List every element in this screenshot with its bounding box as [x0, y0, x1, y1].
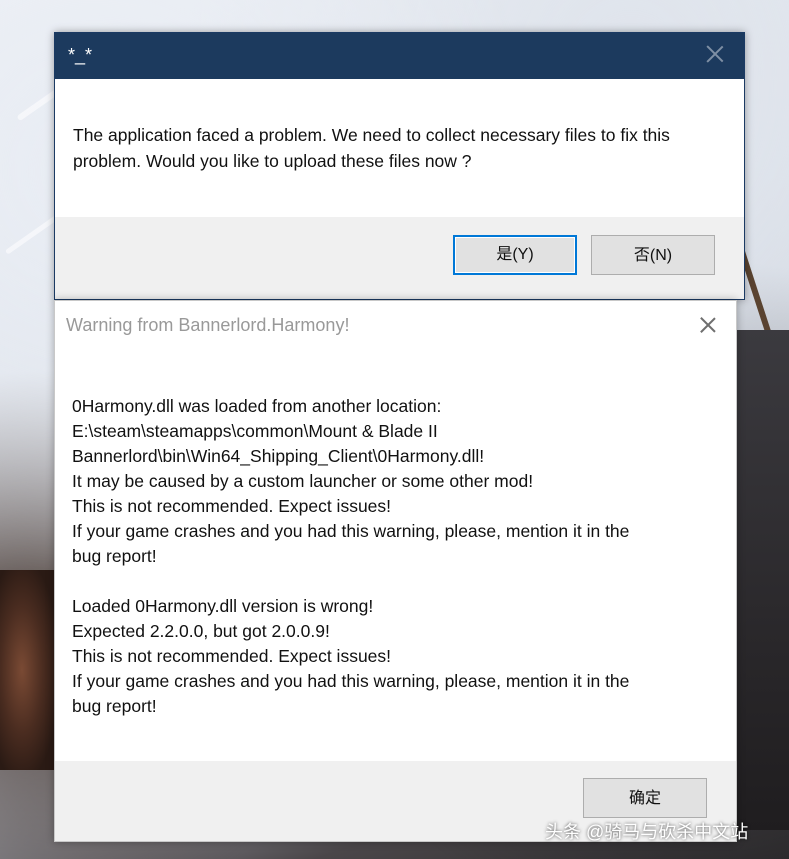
no-button[interactable]: 否(N): [591, 235, 715, 275]
message-line: Expected 2.2.0.0, but got 2.0.0.9!: [72, 621, 330, 641]
message-line: This is not recommended. Expect issues!: [72, 496, 392, 516]
dialog-footer: 是(Y) 否(N): [55, 217, 744, 299]
dialog-title: *_*: [68, 45, 93, 65]
background-figure: [735, 330, 789, 830]
message-line: Loaded 0Harmony.dll version is wrong!: [72, 596, 374, 616]
yes-button[interactable]: 是(Y): [453, 235, 577, 275]
message-line: bug report!: [72, 546, 157, 566]
ok-button[interactable]: 确定: [583, 778, 707, 818]
message-line: If your game crashes and you had this wa…: [72, 671, 630, 691]
watermark: 头条 @骑马与砍杀中文站: [545, 822, 749, 842]
harmony-warning-dialog: Warning from Bannerlord.Harmony! 0Harmon…: [54, 300, 737, 842]
dialog-body: The application faced a problem. We need…: [55, 79, 744, 216]
close-icon[interactable]: [698, 315, 718, 335]
message-line: [72, 569, 712, 594]
message-line: Bannerlord\bin\Win64_Shipping_Client\0Ha…: [72, 446, 485, 466]
message-line: This is not recommended. Expect issues!: [72, 646, 392, 666]
message-line: If your game crashes and you had this wa…: [72, 521, 630, 541]
message-line: 0Harmony.dll was loaded from another loc…: [72, 396, 442, 416]
close-icon[interactable]: [704, 43, 726, 65]
upload-prompt-dialog: *_* The application faced a problem. We …: [54, 32, 745, 300]
dialog-titlebar: *_*: [55, 33, 744, 79]
dialog-message: The application faced a problem. We need…: [73, 125, 670, 171]
warning-message: 0Harmony.dll was loaded from another loc…: [72, 394, 712, 719]
dialog-title: Warning from Bannerlord.Harmony!: [66, 315, 350, 335]
message-line: It may be caused by a custom launcher or…: [72, 471, 534, 491]
message-line: bug report!: [72, 696, 157, 716]
message-line: E:\steam\steamapps\common\Mount & Blade …: [72, 421, 438, 441]
background-face: [0, 570, 55, 770]
